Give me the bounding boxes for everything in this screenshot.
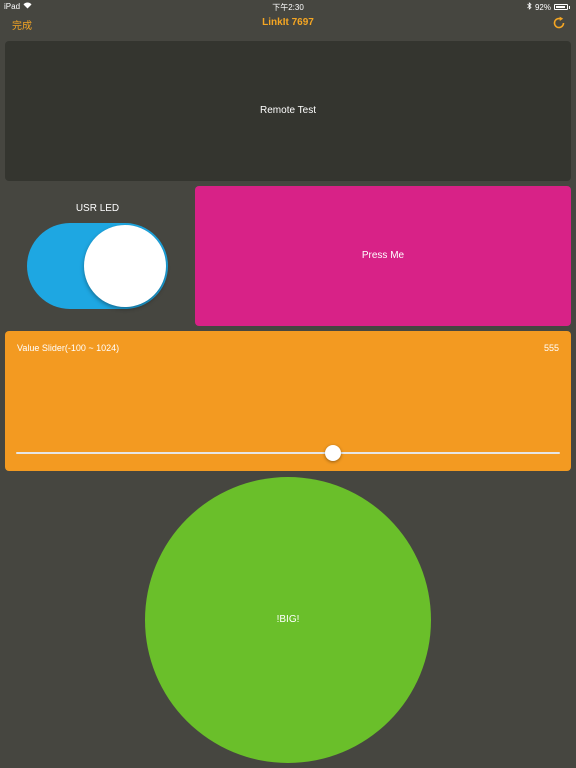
- slider-label: Value Slider(-100 ~ 1024): [17, 343, 120, 353]
- battery-percent: 92%: [534, 2, 551, 12]
- slider-thumb[interactable]: [325, 445, 341, 461]
- remote-test-label: Remote Test: [260, 105, 316, 116]
- battery-fill: [556, 6, 565, 8]
- big-button-label: !BIG!: [276, 614, 300, 625]
- usr-led-label: USR LED: [75, 203, 120, 214]
- value-slider-panel: Value Slider(-100 ~ 1024) 555: [5, 331, 571, 471]
- status-right: 92%: [527, 2, 570, 12]
- press-me-label: Press Me: [361, 250, 405, 261]
- press-me-button[interactable]: Press Me: [195, 186, 571, 326]
- slider-value: 555: [543, 343, 559, 353]
- slider-track[interactable]: [16, 452, 560, 454]
- status-bar: iPad 下午2:30 92%: [0, 0, 576, 14]
- toggle-knob: [84, 225, 166, 307]
- usr-led-toggle[interactable]: [27, 223, 168, 309]
- big-button[interactable]: !BIG!: [145, 477, 431, 763]
- remote-test-panel: Remote Test: [5, 41, 571, 181]
- battery-icon: [554, 4, 568, 10]
- page-title: LinkIt 7697: [262, 17, 314, 28]
- refresh-icon[interactable]: [552, 16, 566, 30]
- battery-cap: [569, 5, 570, 9]
- status-time: 下午2:30: [272, 3, 304, 12]
- bluetooth-icon: [527, 2, 532, 12]
- nav-bar: 完成 LinkIt 7697: [0, 14, 576, 36]
